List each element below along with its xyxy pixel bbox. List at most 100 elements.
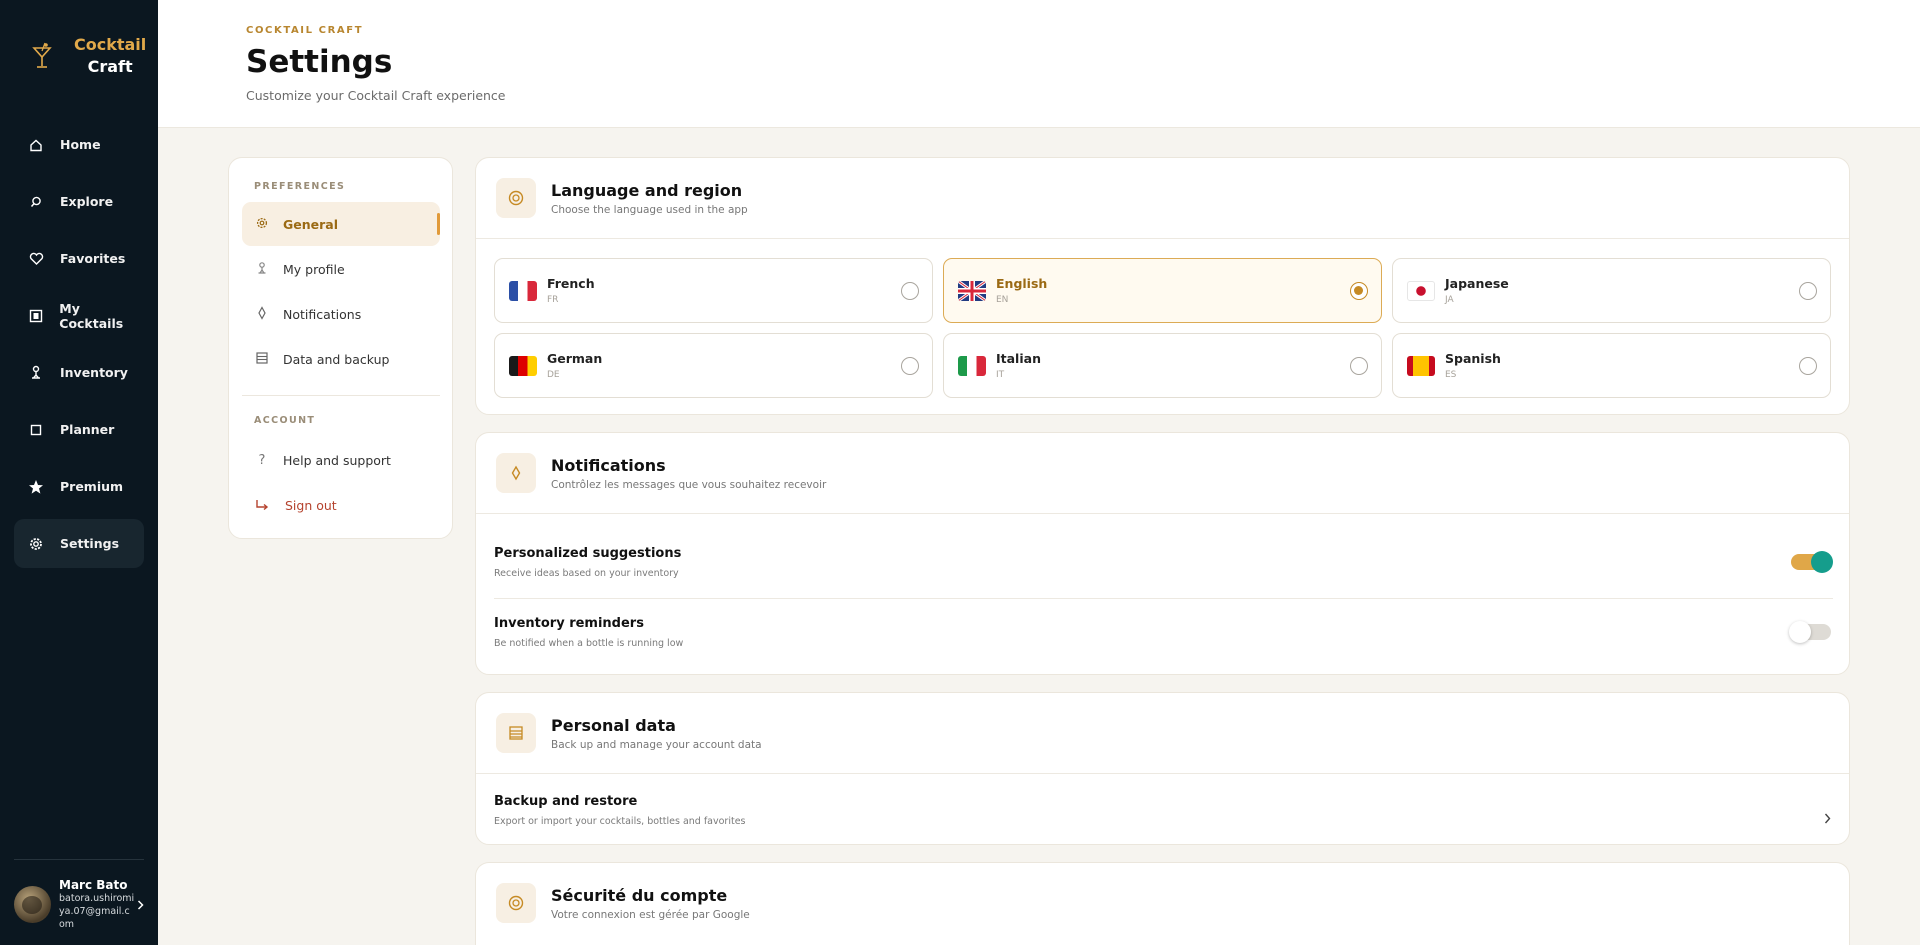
nav-item-premium[interactable]: Premium — [14, 462, 144, 511]
language-radio[interactable] — [1799, 282, 1817, 300]
language-radio[interactable] — [901, 282, 919, 300]
bell-icon — [255, 305, 269, 323]
menu-divider — [242, 395, 440, 396]
language-radio[interactable] — [901, 357, 919, 375]
brand-name-line2: Craft — [87, 57, 133, 76]
nav-item-inventory[interactable]: Inventory — [14, 348, 144, 397]
page-subtitle: Customize your Cocktail Craft experience — [246, 88, 506, 103]
nav-label: Planner — [60, 422, 115, 437]
calendar-icon — [28, 422, 44, 438]
nav-label: Inventory — [60, 365, 128, 380]
sidebar: Cocktail Craft Home Explore Favorites My… — [0, 0, 158, 945]
setting-subtitle: Export or import your cocktails, bottles… — [494, 816, 746, 827]
nav-label: Favorites — [60, 251, 126, 266]
personalized-suggestions-toggle[interactable] — [1791, 551, 1833, 573]
nav-label: Premium — [60, 479, 124, 494]
card-subtitle: Votre connexion est gérée par Google — [551, 909, 750, 921]
user-name: Marc Bato — [59, 878, 128, 892]
menu-item-label: Sign out — [285, 497, 337, 513]
card-subtitle: Contrôlez les messages que vous souhaite… — [551, 479, 827, 491]
heart-icon — [28, 251, 44, 267]
nav-item-favorites[interactable]: Favorites — [14, 234, 144, 283]
language-code: FR — [547, 295, 559, 305]
user-icon — [255, 261, 269, 278]
language-code: IT — [996, 370, 1005, 380]
bell-icon — [496, 453, 536, 493]
language-radio-selected[interactable] — [1350, 282, 1368, 300]
setting-subtitle: Be notified when a bottle is running low — [494, 638, 684, 649]
gear-icon — [28, 536, 44, 552]
bottle-icon — [28, 365, 44, 381]
chevron-right-icon — [1824, 809, 1831, 828]
menu-item-data[interactable]: Data and backup — [242, 337, 440, 381]
search-icon — [28, 194, 44, 210]
nav-label: Home — [60, 137, 101, 152]
menu-item-help[interactable]: ? Help and support — [242, 438, 440, 482]
personal-data-card: Personal data Back up and manage your ac… — [475, 692, 1850, 845]
page-eyebrow: COCKTAIL CRAFT — [246, 25, 364, 36]
brand-logo[interactable]: Cocktail Craft — [24, 34, 146, 78]
menu-item-general[interactable]: General — [242, 202, 440, 246]
main-nav: Home Explore Favorites My Cocktails Inve… — [14, 120, 144, 576]
row-divider — [494, 598, 1833, 599]
home-icon — [28, 137, 44, 153]
language-code: DE — [547, 370, 560, 380]
page-title: Settings — [246, 44, 393, 80]
sidebar-divider — [14, 859, 144, 860]
nav-item-planner[interactable]: Planner — [14, 405, 144, 454]
settings-menu: PREFERENCES General My profile Notificat… — [228, 157, 453, 539]
brand-name-line1: Cocktail — [74, 35, 147, 54]
card-subtitle: Choose the language used in the app — [551, 204, 748, 216]
language-name: Italian — [996, 351, 1041, 366]
user-email: batora.ushiromiya.07@gmail.com — [59, 893, 135, 930]
language-name: German — [547, 351, 603, 366]
nav-item-settings[interactable]: Settings — [14, 519, 144, 568]
language-code: EN — [996, 295, 1009, 305]
language-name: Japanese — [1445, 276, 1509, 291]
page-header: COCKTAIL CRAFT Settings Customize your C… — [158, 0, 1920, 128]
user-account-button[interactable]: Marc Bato batora.ushiromiya.07@gmail.com — [14, 878, 144, 931]
language-code: JA — [1445, 295, 1454, 305]
language-option-spanish[interactable]: Spanish ES — [1392, 333, 1831, 398]
nav-label: My Cocktails — [59, 300, 124, 331]
language-name: French — [547, 276, 595, 291]
cocktail-glass-icon — [24, 34, 60, 78]
menu-item-profile[interactable]: My profile — [242, 247, 440, 291]
menu-item-label: General — [283, 216, 338, 232]
notifications-card: Notifications Contrôlez les messages que… — [475, 432, 1850, 675]
chevron-right-icon — [137, 895, 144, 914]
backup-restore-row[interactable]: Backup and restore Export or import your… — [476, 775, 1849, 844]
language-option-german[interactable]: German DE — [494, 333, 933, 398]
setting-title: Personalized suggestions — [494, 546, 682, 561]
nav-label: Settings — [60, 536, 120, 551]
language-option-italian[interactable]: Italian IT — [943, 333, 1382, 398]
card-title: Language and region — [551, 181, 743, 200]
setting-subtitle: Receive ideas based on your inventory — [494, 568, 679, 579]
language-radio[interactable] — [1799, 357, 1817, 375]
nav-item-home[interactable]: Home — [14, 120, 144, 169]
menu-item-notifications[interactable]: Notifications — [242, 292, 440, 336]
flag-france-icon — [509, 281, 537, 301]
language-option-french[interactable]: French FR — [494, 258, 933, 323]
menu-item-label: Help and support — [283, 452, 391, 468]
language-name: English — [996, 276, 1048, 291]
language-radio[interactable] — [1350, 357, 1368, 375]
book-icon — [28, 308, 43, 324]
menu-item-label: Data and backup — [283, 351, 390, 367]
language-option-english[interactable]: English EN — [943, 258, 1382, 323]
security-card: Sécurité du compte Votre connexion est g… — [475, 862, 1850, 945]
nav-item-explore[interactable]: Explore — [14, 177, 144, 226]
flag-japan-icon — [1407, 281, 1435, 301]
menu-heading-account: ACCOUNT — [254, 415, 316, 426]
help-icon: ? — [258, 452, 266, 468]
menu-item-signout[interactable]: Sign out — [242, 483, 440, 527]
shield-icon — [496, 883, 536, 923]
sign-out-icon — [255, 497, 271, 514]
gear-icon — [255, 216, 269, 233]
inventory-reminders-toggle[interactable] — [1789, 621, 1831, 643]
language-name: Spanish — [1445, 351, 1501, 366]
nav-item-my-cocktails[interactable]: My Cocktails — [14, 291, 144, 340]
language-option-japanese[interactable]: Japanese JA — [1392, 258, 1831, 323]
language-code: ES — [1445, 370, 1457, 380]
card-title: Sécurité du compte — [551, 886, 728, 905]
